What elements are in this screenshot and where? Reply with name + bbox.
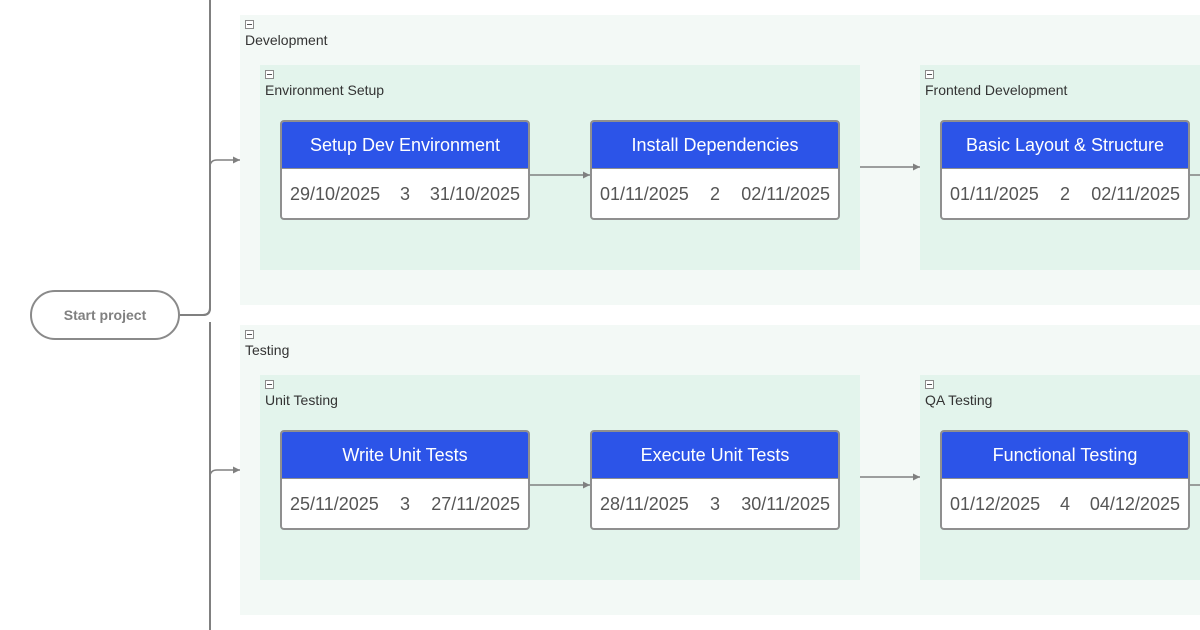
collapse-unit-testing-icon[interactable] [265,380,274,389]
collapse-environment-setup-icon[interactable] [265,70,274,79]
task-start-date: 01/11/2025 [600,183,689,204]
task-title: Functional Testing [992,444,1138,465]
task-title: Setup Dev Environment [309,134,501,155]
task-duration: 4 [1059,493,1070,514]
task-title: Basic Layout & Structure [965,134,1165,155]
subgroup-label-unit-testing: Unit Testing [265,392,338,408]
group-label-testing: Testing [245,342,290,358]
task-start-date: 01/12/2025 [950,493,1041,514]
task-title: Write Unit Tests [342,444,468,465]
branch-to-development [209,156,240,168]
start-project-label: Start project [63,307,147,323]
collapse-frontend-development-icon[interactable] [925,70,934,79]
task-end-date: 31/10/2025 [429,183,520,204]
subgroup-label-qa-testing: QA Testing [925,392,993,408]
task-end-date: 02/11/2025 [741,183,830,204]
task-duration: 3 [399,493,410,514]
task-end-date: 30/11/2025 [741,493,830,514]
task-title: Execute Unit Tests [640,444,790,465]
task-start-date: 25/11/2025 [290,493,379,514]
task-card-basic-layout-structure[interactable]: Basic Layout & Structure 01/11/2025 2 02… [940,120,1190,220]
collapse-development-icon[interactable] [245,20,254,29]
branch-to-testing [209,466,240,478]
subgroup-label-environment-setup: Environment Setup [265,82,385,98]
collapse-qa-testing-icon[interactable] [925,380,934,389]
task-start-date: 28/11/2025 [600,493,689,514]
task-card-setup-dev-environment[interactable]: Setup Dev Environment 29/10/2025 3 31/10… [280,120,530,220]
start-connector-line-down [202,307,211,630]
task-duration: 2 [1059,183,1070,204]
group-label-development: Development [245,32,328,48]
task-duration: 2 [709,183,720,204]
task-start-date: 01/11/2025 [950,183,1039,204]
task-card-execute-unit-tests[interactable]: Execute Unit Tests 28/11/2025 3 30/11/20… [590,430,840,530]
task-title: Install Dependencies [631,134,799,155]
start-project-node[interactable]: Start project [30,290,180,340]
task-duration: 3 [709,493,720,514]
task-duration: 3 [399,183,410,204]
start-connector-line [180,0,211,316]
task-card-write-unit-tests[interactable]: Write Unit Tests 25/11/2025 3 27/11/2025 [280,430,530,530]
subgroup-label-frontend-development: Frontend Development [925,82,1068,98]
task-start-date: 29/10/2025 [290,183,381,204]
collapse-testing-icon[interactable] [245,330,254,339]
task-card-install-dependencies[interactable]: Install Dependencies 01/11/2025 2 02/11/… [590,120,840,220]
task-end-date: 02/11/2025 [1091,183,1180,204]
task-card-functional-testing[interactable]: Functional Testing 01/12/2025 4 04/12/20… [940,430,1190,530]
task-end-date: 04/12/2025 [1089,493,1180,514]
task-end-date: 27/11/2025 [431,493,520,514]
